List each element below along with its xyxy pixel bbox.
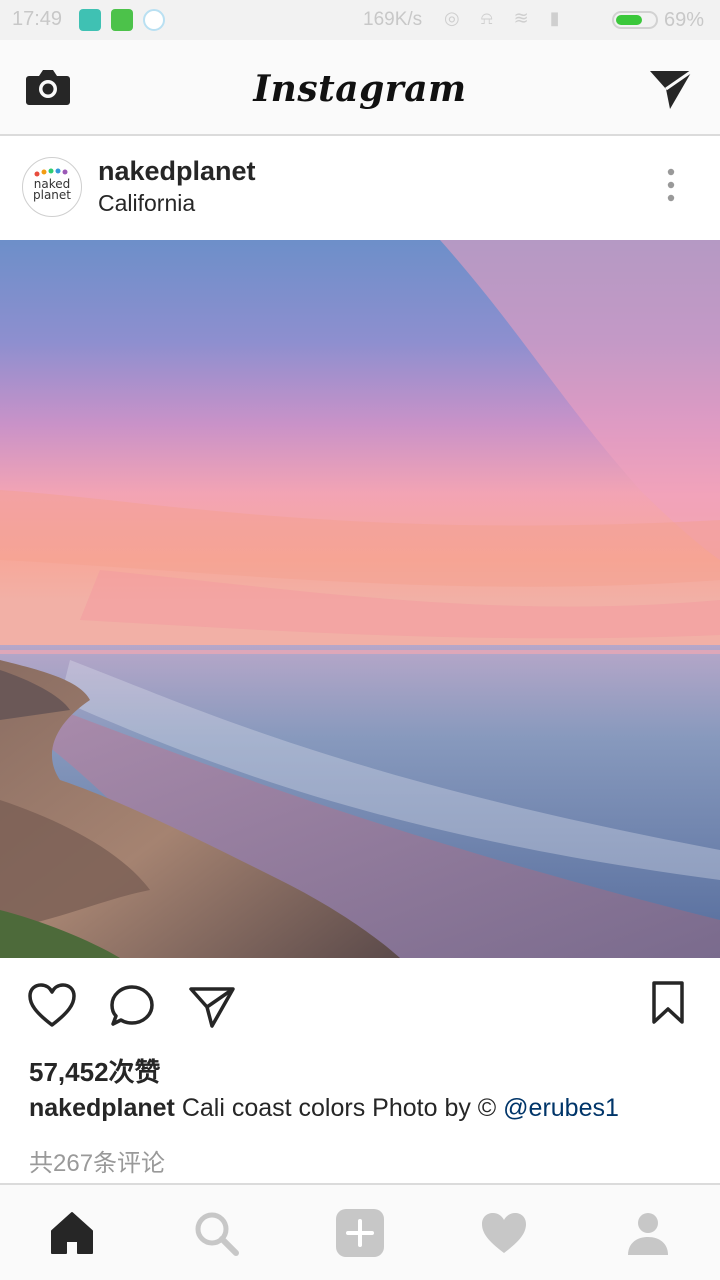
status-bar: 17:49 169K/s ◎ ⍾ ≋ ▮ 69% [0, 0, 720, 40]
more-vertical-icon[interactable] [655, 166, 687, 206]
notification-sim-icon [111, 9, 133, 31]
network-speed: 169K/s [363, 9, 423, 30]
signal-icons: ◎ ⍾ ≋ ▮ [444, 8, 568, 28]
search-icon[interactable] [188, 1205, 244, 1261]
activity-heart-icon[interactable] [476, 1205, 532, 1261]
post-actions [0, 958, 720, 1048]
sunset-coast-image [0, 240, 720, 958]
post-caption: nakedplanet Cali coast colors Photo by ©… [29, 1094, 709, 1123]
battery-fill [616, 15, 642, 25]
post-header: naked planet nakedplanet California [0, 136, 720, 240]
battery-percent: 69% [664, 9, 705, 31]
status-time: 17:49 [12, 8, 63, 30]
avatar[interactable]: naked planet [22, 157, 82, 217]
battery-icon [612, 11, 658, 29]
view-comments-link[interactable]: 共267条评论 [29, 1143, 165, 1178]
likes-count[interactable]: 57,452次赞 [29, 1052, 161, 1089]
caption-mention[interactable]: @erubes1 [503, 1094, 619, 1122]
comment-bubble-icon[interactable] [108, 983, 156, 1029]
direct-message-icon[interactable] [648, 67, 694, 111]
caption-text: Cali coast colors Photo by © [174, 1094, 504, 1122]
instagram-logo: Instagram [253, 68, 467, 110]
post-username[interactable]: nakedplanet [98, 156, 256, 187]
caption-username[interactable]: nakedplanet [29, 1094, 175, 1122]
share-paper-plane-icon[interactable] [188, 984, 236, 1030]
top-navigation-bar: Instagram [0, 40, 720, 136]
post-location[interactable]: California [98, 190, 195, 217]
home-icon[interactable] [44, 1205, 100, 1261]
add-post-icon[interactable] [332, 1205, 388, 1261]
notification-upload-icon [143, 9, 165, 31]
bottom-tab-bar [0, 1183, 720, 1280]
profile-person-icon[interactable] [620, 1205, 676, 1261]
bookmark-icon[interactable] [650, 980, 686, 1026]
heart-outline-icon[interactable] [27, 982, 77, 1028]
notification-app-icon [79, 9, 101, 31]
avatar-logo-text: naked planet [33, 177, 71, 202]
post-photo[interactable] [0, 240, 720, 958]
